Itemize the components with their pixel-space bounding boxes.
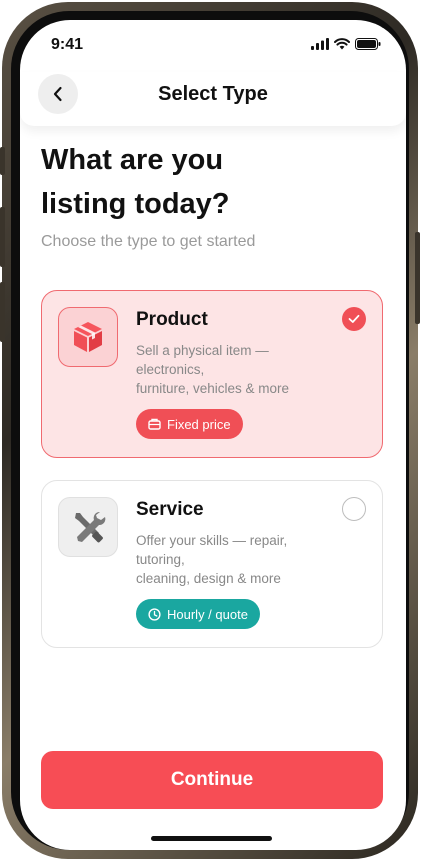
continue-button[interactable]: Continue xyxy=(41,751,383,809)
status-bar: 9:41 xyxy=(20,20,406,70)
signal-icon xyxy=(311,38,329,50)
volume-down-button xyxy=(0,282,5,342)
home-indicator xyxy=(151,836,272,841)
option-description-line: furniture, vehicles & more xyxy=(136,381,290,396)
service-icon-tile xyxy=(58,497,118,557)
status-time: 9:41 xyxy=(51,36,84,53)
option-description-line: cleaning, design & more xyxy=(136,571,281,586)
option-description-line: electronics, xyxy=(136,362,205,377)
clock-icon xyxy=(148,607,161,621)
option-description-line: tutoring, xyxy=(136,552,185,567)
option-description-line: Sell a physical item — xyxy=(136,343,269,358)
option-card-service[interactable]: Service Offer your skills — repair, tuto… xyxy=(41,480,383,648)
wifi-icon xyxy=(334,38,350,50)
subtitle: Choose the type to get started xyxy=(41,233,256,250)
option-description: Sell a physical item — electronics, furn… xyxy=(136,341,346,398)
option-description-line: Offer your skills — repair, xyxy=(136,533,288,548)
badge-label: Hourly / quote xyxy=(167,606,248,622)
badge-label: Fixed price xyxy=(167,416,231,432)
battery-icon xyxy=(355,38,381,50)
page-title: Select Type xyxy=(158,83,268,105)
headline-line-2: listing today? xyxy=(41,188,230,220)
volume-up-button xyxy=(0,207,5,267)
power-button xyxy=(415,232,420,324)
unselected-radio[interactable] xyxy=(342,497,366,521)
header: Select Type xyxy=(20,72,406,126)
box-icon xyxy=(74,322,102,352)
phone-frame: 9:41 Select Type What are you listing to… xyxy=(0,2,420,859)
product-icon-tile xyxy=(58,307,118,367)
option-title: Product xyxy=(136,309,208,330)
mute-switch xyxy=(0,147,5,175)
option-description: Offer your skills — repair, tutoring, cl… xyxy=(136,531,346,588)
price-badge: Fixed price xyxy=(136,409,243,439)
price-tag-icon xyxy=(148,418,161,430)
headline-line-1: What are you xyxy=(41,144,224,176)
headline: What are you listing today? xyxy=(41,138,381,226)
option-title: Service xyxy=(136,499,204,520)
screen: 9:41 Select Type What are you listing to… xyxy=(20,20,406,850)
status-icons xyxy=(311,38,381,50)
check-icon xyxy=(348,314,360,323)
selected-radio[interactable] xyxy=(342,307,366,331)
option-card-product[interactable]: Product Sell a physical item — electroni… xyxy=(41,290,383,458)
tools-icon xyxy=(75,511,106,543)
rate-badge: Hourly / quote xyxy=(136,599,260,629)
